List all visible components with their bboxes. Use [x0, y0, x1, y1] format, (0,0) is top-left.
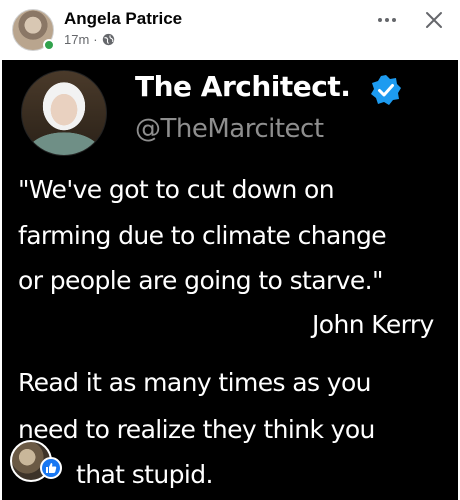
tweet-display-name: The Architect.	[135, 70, 351, 103]
tweet-text-line: "We've got to cut down on	[18, 175, 335, 204]
poster-name[interactable]: Angela Patrice	[64, 9, 182, 29]
close-icon[interactable]	[421, 7, 447, 33]
tweet-text-line: Read it as many times as you	[18, 368, 371, 397]
tweet-text-line: farming due to climate change	[18, 221, 387, 250]
globe-icon[interactable]	[102, 33, 115, 46]
tweet-text-line: that stupid.	[76, 460, 213, 489]
tweet-author-avatar	[21, 70, 107, 156]
post-header: Angela Patrice 17m ·	[0, 0, 460, 58]
online-status-indicator	[43, 39, 55, 51]
tweet-handle: @TheMarcitect	[135, 114, 324, 144]
like-icon	[40, 457, 62, 479]
more-horizontal-icon[interactable]	[374, 10, 400, 30]
meta-separator: ·	[93, 32, 98, 47]
tweet-text-line: or people are going to starve."	[18, 266, 383, 295]
post-timestamp[interactable]: 17m	[64, 32, 89, 47]
quote-attribution: John Kerry	[312, 310, 434, 339]
verified-badge-icon	[371, 75, 401, 105]
tweet-text-line: need to realize they think you	[18, 415, 375, 444]
post-meta: 17m ·	[64, 32, 115, 47]
tweet-screenshot[interactable]: The Architect. @TheMarcitect "We've got …	[2, 60, 458, 500]
